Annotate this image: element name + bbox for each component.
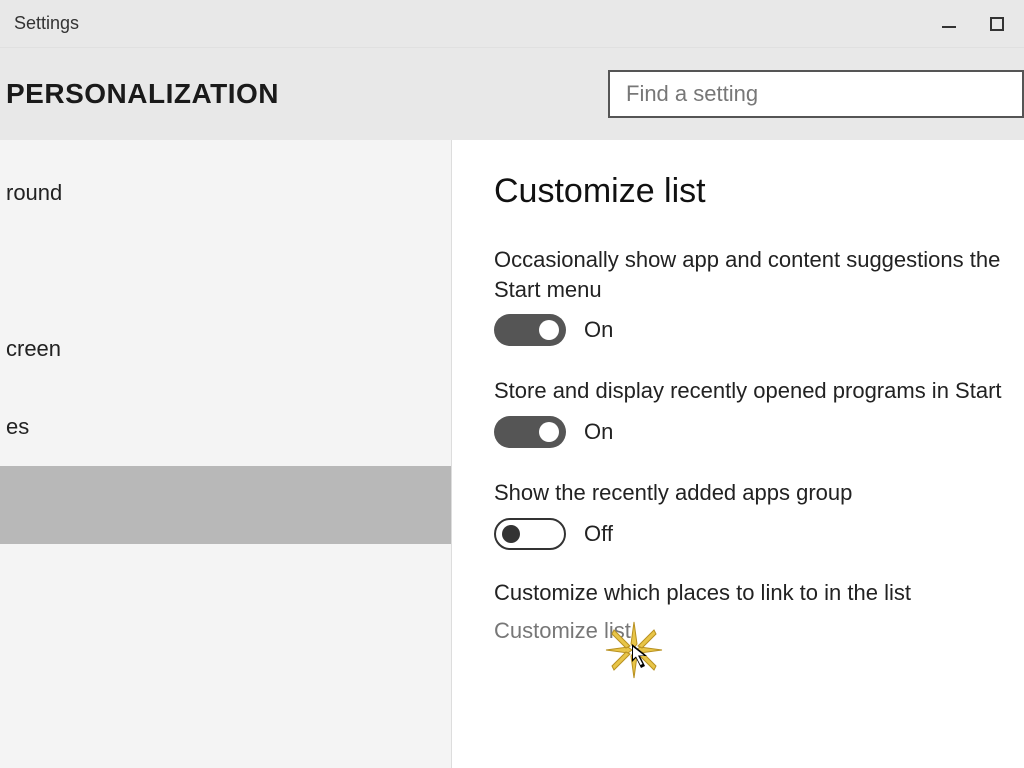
toggle-row: On <box>494 314 1024 346</box>
sidebar-item-start[interactable] <box>0 466 451 544</box>
setting-label: Show the recently added apps group <box>494 478 1024 508</box>
toggle-recent-programs[interactable] <box>494 416 566 448</box>
minimize-icon[interactable] <box>942 26 956 28</box>
toggle-knob-icon <box>502 525 520 543</box>
sidebar: round creen es <box>0 140 452 768</box>
titlebar-title: Settings <box>14 13 79 34</box>
search-placeholder: Find a setting <box>626 81 758 107</box>
link-section-heading: Customize which places to link to in the… <box>494 580 1024 606</box>
toggle-suggestions[interactable] <box>494 314 566 346</box>
toggle-state: Off <box>584 521 613 547</box>
toggle-state: On <box>584 419 613 445</box>
body: round creen es Customize list Occasional… <box>0 140 1024 768</box>
sidebar-item-colors[interactable] <box>0 232 451 310</box>
sidebar-item-label: round <box>6 180 62 206</box>
content-pane: Customize list Occasionally show app and… <box>452 140 1024 768</box>
header: PERSONALIZATION Find a setting <box>0 48 1024 140</box>
toggle-knob-icon <box>539 422 559 442</box>
sidebar-item-lockscreen[interactable]: creen <box>0 310 451 388</box>
toggle-knob-icon <box>539 320 559 340</box>
setting-recently-added: Show the recently added apps group Off <box>494 478 1024 550</box>
toggle-recently-added[interactable] <box>494 518 566 550</box>
maximize-icon[interactable] <box>990 17 1004 31</box>
toggle-row: On <box>494 416 1024 448</box>
sidebar-item-label: es <box>6 414 29 440</box>
setting-recent-programs: Store and display recently opened progra… <box>494 376 1024 448</box>
toggle-state: On <box>584 317 613 343</box>
sidebar-item-label: creen <box>6 336 61 362</box>
sidebar-item-background[interactable]: round <box>0 154 451 232</box>
setting-label: Store and display recently opened progra… <box>494 376 1024 406</box>
section-title: PERSONALIZATION <box>6 78 279 110</box>
sidebar-item-themes[interactable]: es <box>0 388 451 466</box>
page-heading: Customize list <box>494 172 1024 211</box>
customize-list-link[interactable]: Customize list <box>494 618 1024 644</box>
titlebar: Settings <box>0 0 1024 48</box>
setting-suggestions: Occasionally show app and content sugges… <box>494 245 1024 346</box>
window-controls <box>942 17 1012 31</box>
toggle-row: Off <box>494 518 1024 550</box>
search-input[interactable]: Find a setting <box>608 70 1024 118</box>
setting-label: Occasionally show app and content sugges… <box>494 245 1024 304</box>
